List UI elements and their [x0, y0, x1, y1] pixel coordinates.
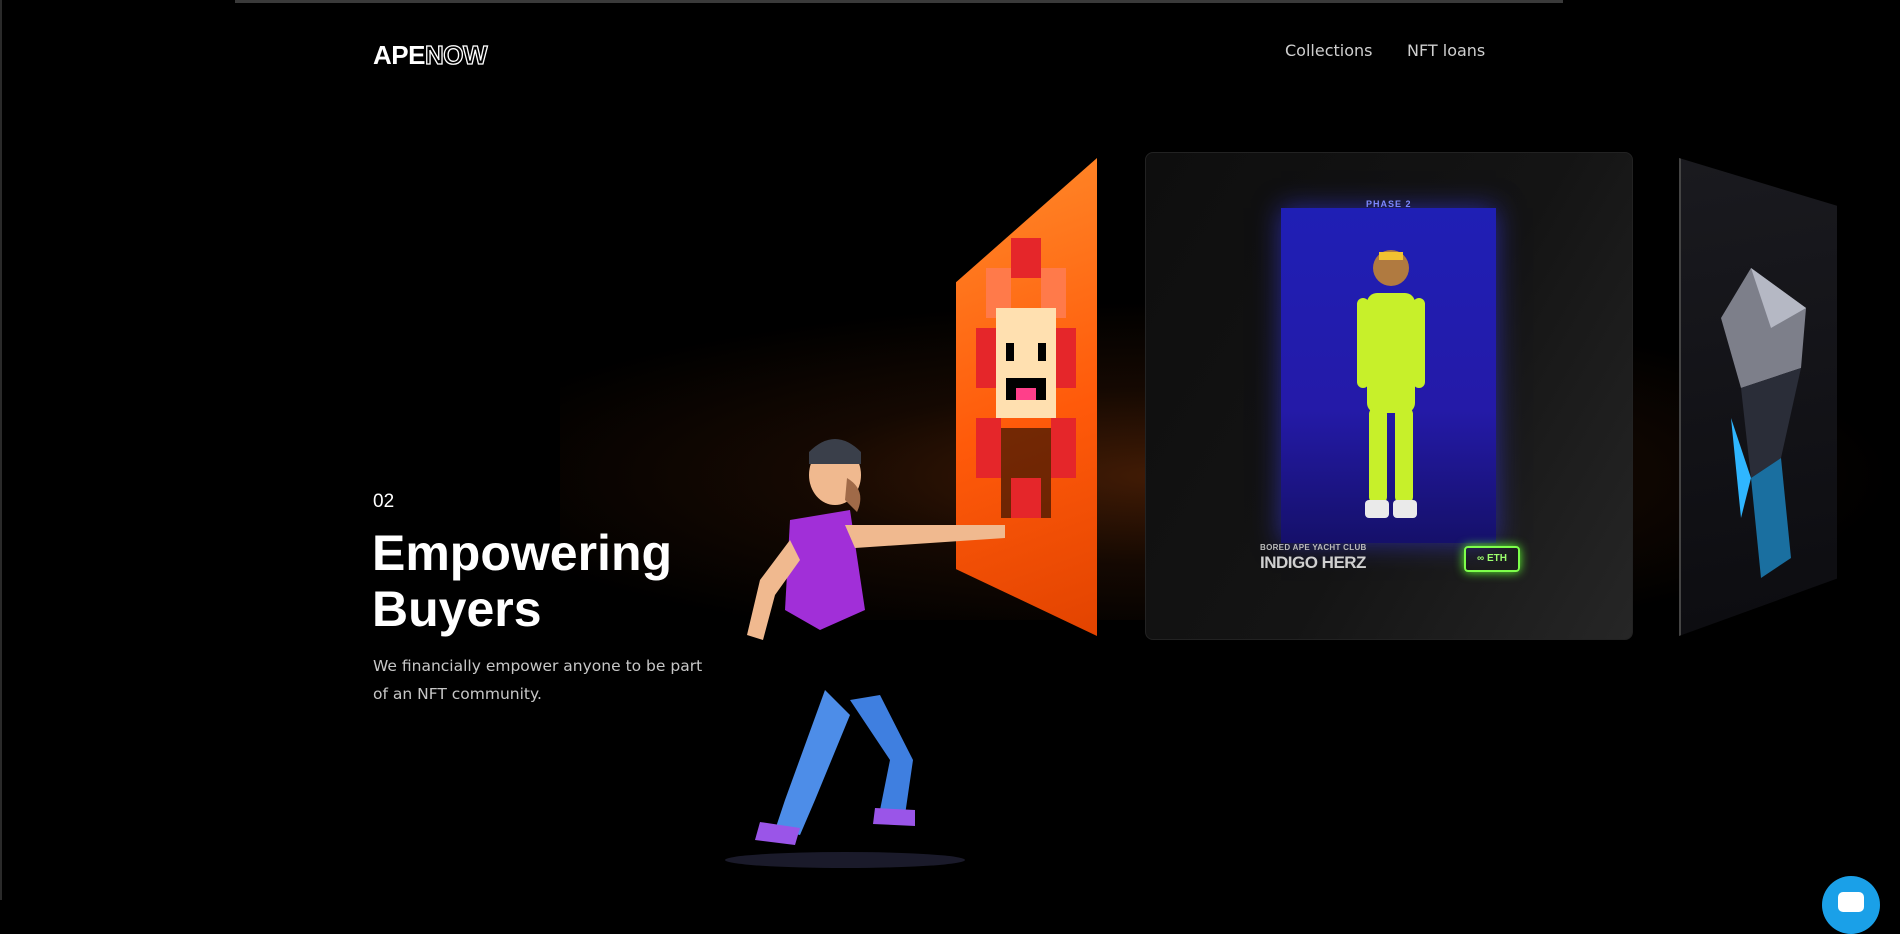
hero-description: We financially empower anyone to be part…: [373, 657, 703, 703]
nft-name: INDIGO HERZ: [1260, 553, 1366, 572]
hero-title-line2: Buyers: [372, 581, 542, 637]
chat-button[interactable]: [1822, 876, 1880, 934]
top-border: [235, 0, 1563, 3]
crystal-art: [1721, 268, 1806, 578]
character-figure: [725, 439, 1005, 868]
hero-title: Empowering Buyers: [372, 525, 672, 637]
logo-primary: APE: [373, 40, 425, 70]
nav-collections[interactable]: Collections: [1285, 41, 1372, 60]
collection-label: BORED APE YACHT CLUB: [1260, 543, 1367, 552]
hero-title-line1: Empowering: [372, 525, 673, 581]
ape-character-art: [1357, 250, 1425, 518]
logo-secondary: NOW: [424, 40, 488, 70]
window-edge: [0, 0, 2, 900]
step-number: 02: [373, 491, 395, 512]
eth-badge: ∞ ETH: [1464, 546, 1520, 572]
nft-card-ape[interactable]: PHASE 2 BORED APE YACHT CLUB INDIGO HERZ…: [1145, 152, 1633, 640]
nft-card-crystal[interactable]: [1679, 158, 1837, 636]
logo[interactable]: APENOW: [373, 40, 488, 70]
chat-bubble-icon: [1838, 892, 1864, 912]
nav-nft-loans[interactable]: NFT loans: [1407, 41, 1485, 60]
